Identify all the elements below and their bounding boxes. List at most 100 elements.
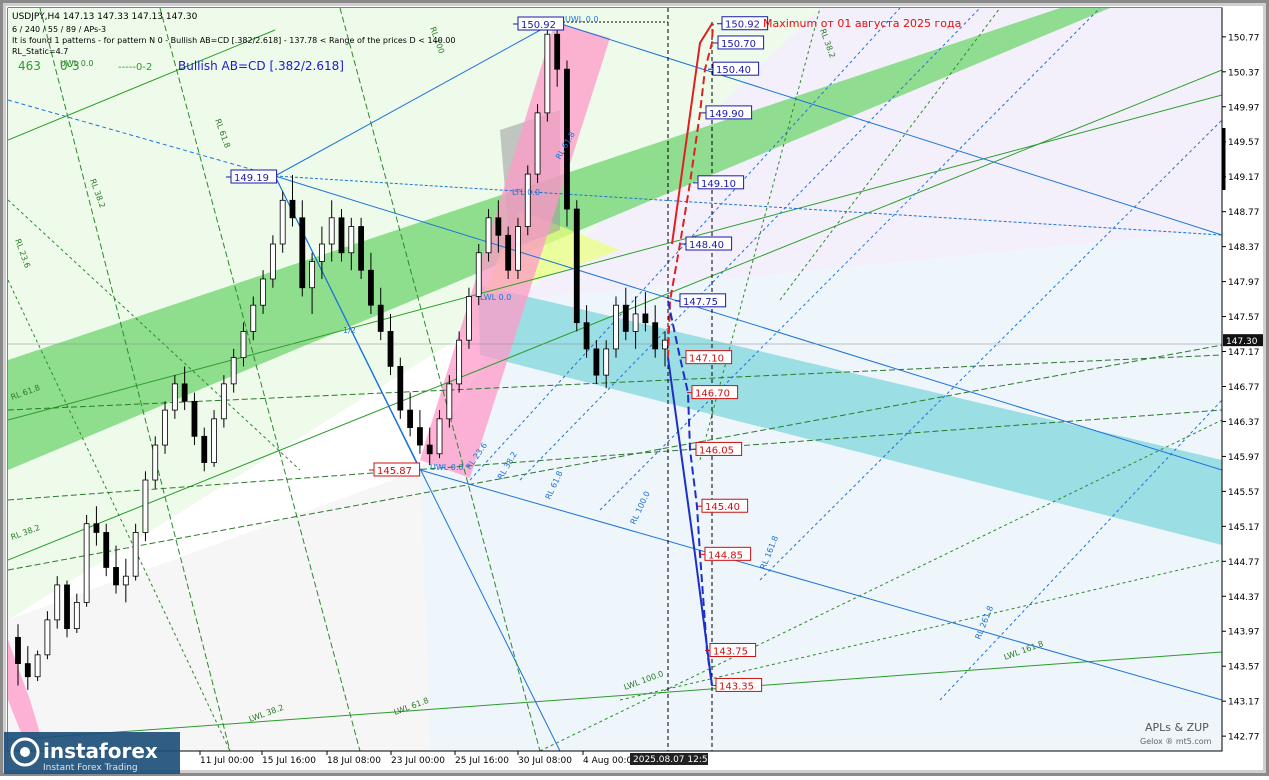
target-label-up: 148.40 xyxy=(681,236,733,251)
y-tick-label: 149.97 xyxy=(1228,103,1260,113)
y-tick-label: 145.17 xyxy=(1228,523,1260,533)
svg-text:150.40: 150.40 xyxy=(716,65,751,76)
candle xyxy=(83,514,90,607)
instaforex-logo: instaforexInstant Forex Trading xyxy=(4,732,180,774)
target-label-up: 150.40 xyxy=(708,61,760,76)
x-tick-label: 4 Aug 00:00 xyxy=(583,756,638,766)
pivot-label-low: 145.87 xyxy=(369,462,421,477)
svg-text:146.70: 146.70 xyxy=(695,389,730,400)
y-tick-label: 147.17 xyxy=(1228,348,1260,358)
watermark-sub: Gelox ® mt5.com xyxy=(1140,737,1212,746)
fan-line-label: 1/2 xyxy=(343,326,356,335)
target-label-up: 149.10 xyxy=(693,175,745,190)
candle xyxy=(142,471,149,542)
fan-line-label: UWL 0.0 xyxy=(430,463,464,472)
y-tick-label: 144.77 xyxy=(1228,558,1260,568)
header-line: 6 / 240 / 55 / 89 / APs-3 xyxy=(12,25,106,34)
candle xyxy=(573,200,580,332)
target-label-down: 145.40 xyxy=(697,498,749,513)
pattern-label: Bullish AB=CD [.382/2.618] xyxy=(178,59,344,73)
candle xyxy=(466,287,472,349)
svg-text:149.19: 149.19 xyxy=(234,173,269,184)
pivot-label-high: 150.92 xyxy=(513,16,565,31)
svg-text:Instant Forex Trading: Instant Forex Trading xyxy=(43,763,138,773)
y-tick-label: 143.17 xyxy=(1228,698,1260,708)
y-tick-label: 148.37 xyxy=(1228,243,1260,253)
y-tick-label: 148.77 xyxy=(1228,208,1260,218)
candle xyxy=(544,23,551,122)
fan-line-label: LWL 0.0 xyxy=(480,293,511,302)
y-tick-label: 146.77 xyxy=(1228,383,1260,393)
svg-text:instaforex: instaforex xyxy=(43,739,158,763)
counter-right: -----0-2 xyxy=(118,62,152,73)
svg-text:146.05: 146.05 xyxy=(699,445,734,456)
max-note: Maximum от 01 августа 2025 года xyxy=(763,17,961,30)
y-tick-label: 150.37 xyxy=(1228,68,1260,78)
x-tick-label: 25 Jul 16:00 xyxy=(455,756,509,766)
svg-text:150.92: 150.92 xyxy=(521,20,556,31)
target-label-down: 146.70 xyxy=(687,385,739,400)
target-label-down: 143.35 xyxy=(711,677,763,692)
svg-text:150.70: 150.70 xyxy=(721,39,756,50)
fan-line-label: UWL 0.0 xyxy=(565,15,599,24)
y-tick-label: 149.57 xyxy=(1228,138,1260,148)
x-tick-label: 23 Jul 00:00 xyxy=(391,756,445,766)
y-tick-label: 147.57 xyxy=(1228,313,1260,323)
target-label-up: 150.70 xyxy=(713,35,765,50)
chart-frame: 150.92 150.70 150.40 149.90 149.10 148.40 147.… xyxy=(0,0,1269,776)
watermark-title: APLs & ZUP xyxy=(1145,721,1209,734)
y-tick-label: 144.37 xyxy=(1228,593,1260,603)
target-label-down: 146.05 xyxy=(691,441,743,456)
svg-text:145.40: 145.40 xyxy=(705,502,740,513)
symbol-header: USDJPY,H4 147.13 147.33 147.13 147.30 xyxy=(12,12,198,22)
svg-text:149.90: 149.90 xyxy=(709,109,744,120)
y-tick-label: 145.57 xyxy=(1228,488,1260,498)
header-line: RL_Static=4.7 xyxy=(12,47,68,56)
cursor-time-text: 2025.08.07 12:54 xyxy=(633,755,714,765)
x-tick-label: 11 Jul 00:00 xyxy=(200,756,254,766)
svg-text:145.87: 145.87 xyxy=(377,466,412,477)
svg-text:143.35: 143.35 xyxy=(719,681,754,692)
y-tick-label: 143.97 xyxy=(1228,628,1260,638)
fan-line-label: LTL 0.0 xyxy=(512,188,540,197)
svg-text:143.75: 143.75 xyxy=(713,646,748,657)
y-tick-label: 149.17 xyxy=(1228,173,1260,183)
target-label-down: 144.85 xyxy=(700,546,752,561)
svg-text:144.85: 144.85 xyxy=(708,550,743,561)
svg-text:149.10: 149.10 xyxy=(701,179,736,190)
target-label-up: 147.75 xyxy=(675,293,727,308)
candle xyxy=(279,191,286,253)
counter-mid: 0-3 xyxy=(60,59,80,73)
candle xyxy=(358,217,365,279)
svg-text:147.75: 147.75 xyxy=(683,297,718,308)
candle xyxy=(34,650,41,682)
candle xyxy=(64,580,70,638)
price-chart[interactable]: 150.92 150.70 150.40 149.90 149.10 148.40 147.… xyxy=(0,0,1269,776)
candle xyxy=(613,296,619,358)
candle xyxy=(456,331,463,393)
candle xyxy=(397,357,404,419)
header-line: It is found 1 patterns - for pattern N 0… xyxy=(12,36,455,45)
target-label-down: 143.75 xyxy=(705,642,757,657)
svg-text:147.10: 147.10 xyxy=(689,354,724,365)
candle xyxy=(524,165,531,236)
x-tick-label: 18 Jul 08:00 xyxy=(327,756,381,766)
y-tick-label: 145.97 xyxy=(1228,453,1260,463)
target-label-up: 149.90 xyxy=(701,105,753,120)
candle xyxy=(515,217,521,279)
svg-text:148.40: 148.40 xyxy=(689,240,724,251)
y-tick-label: 147.97 xyxy=(1228,278,1260,288)
pivot-label-b: 149.19 xyxy=(226,169,278,184)
candle xyxy=(132,523,139,581)
target-label-up: 150.92 xyxy=(717,16,769,31)
counter-left: 463 xyxy=(18,59,41,73)
x-tick-label: 15 Jul 16:00 xyxy=(262,756,316,766)
candle xyxy=(534,104,541,183)
candle xyxy=(211,410,217,467)
target-label-down: 147.10 xyxy=(681,350,733,365)
svg-text:150.92: 150.92 xyxy=(725,20,760,31)
current-price-text: 147.30 xyxy=(1226,337,1258,347)
x-tick-label: 30 Jul 08:00 xyxy=(518,756,572,766)
y-tick-label: 146.37 xyxy=(1228,418,1260,428)
y-tick-label: 143.57 xyxy=(1228,663,1260,673)
